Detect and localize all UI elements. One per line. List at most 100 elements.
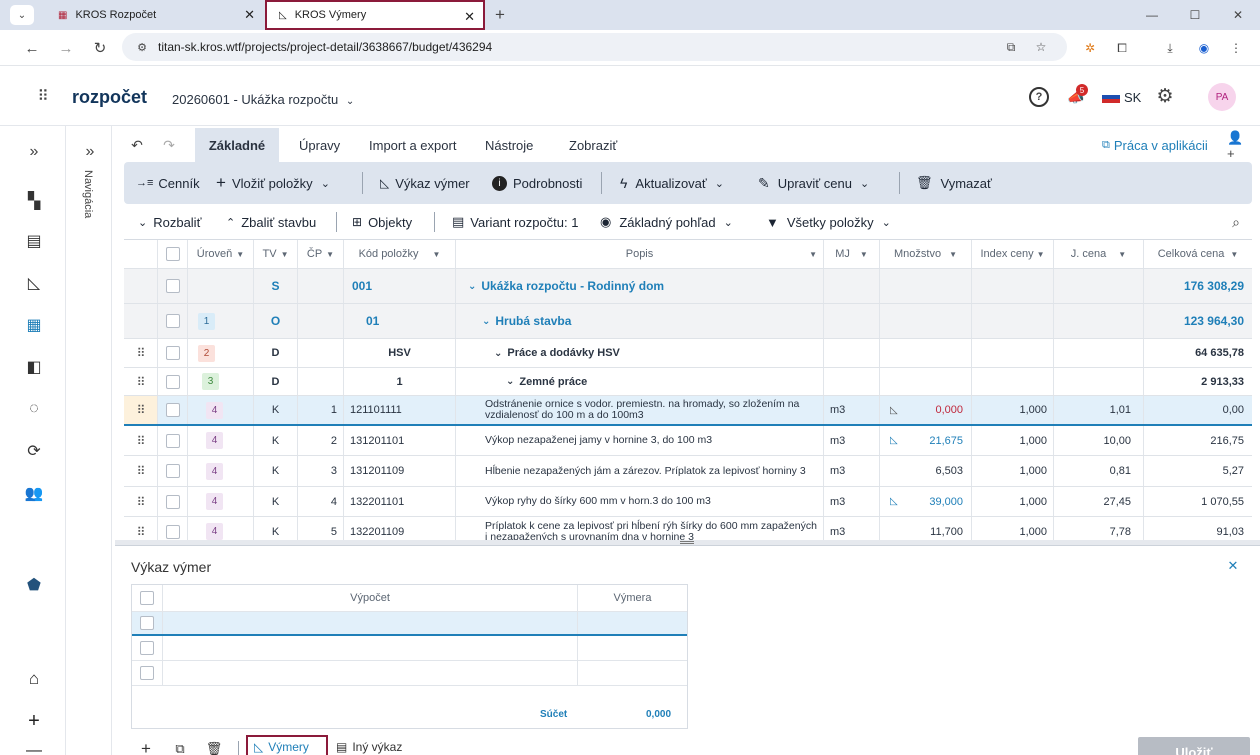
profile-icon[interactable]: ◉ [1194,38,1214,58]
drag-handle-icon[interactable]: ⠿ [124,426,158,455]
tab-zobrazit[interactable]: Zobraziť [569,128,617,162]
row-checkbox[interactable] [158,487,188,516]
trash-icon[interactable]: 🗑 [206,741,223,755]
row-checkbox[interactable] [158,368,188,395]
row-checkbox[interactable] [158,426,188,455]
dashboard-icon[interactable]: ▚ [23,190,45,212]
redo-icon[interactable]: ↷ [159,135,179,155]
col-index[interactable]: Index ceny ▼ [972,240,1054,268]
vypocet-input[interactable] [163,612,578,634]
drag-handle-icon[interactable]: ⠿ [124,396,158,424]
users-icon[interactable]: 👥 [23,482,45,504]
row-checkbox[interactable] [158,456,188,486]
vymery-row[interactable] [132,661,687,686]
undo-icon[interactable]: ↶ [127,135,147,155]
vymery-triangle-icon[interactable]: ◺ [890,405,898,416]
close-panel-icon[interactable]: ✕ [1225,558,1241,574]
forward-icon[interactable]: → [56,38,76,58]
download-icon[interactable]: ⤓ [1160,38,1180,58]
extension-icon[interactable]: ✲ [1080,38,1100,58]
col-tv[interactable]: TV ▼ [254,240,298,268]
table-row[interactable]: ⠿ 4 K 4 132201101 Výkop ryhy do šírky 60… [124,487,1252,517]
col-uroven[interactable]: Úroveň ▼ [188,240,254,268]
browser-menu-icon[interactable]: ⋮ [1226,38,1246,58]
add-icon[interactable]: + [23,710,45,732]
chevron-down-icon[interactable]: ⌄ [506,376,514,387]
tab-upravy[interactable]: Úpravy [299,128,340,162]
new-tab-button[interactable]: + [488,3,512,27]
browser-tab-vymery[interactable]: ◺ KROS Výmery ✕ [265,0,485,30]
kros-logo-icon[interactable]: ⬟ [23,574,45,596]
table-row[interactable]: ⠿ 3 D 1 ⌄ Zemné práce 2 913,33 [124,368,1252,396]
zbalit-stavbu-button[interactable]: ⌃ Zbaliť stavbu [226,205,316,239]
vymery-button[interactable]: ◺ Výmery [246,735,328,755]
apps-grid-icon[interactable]: ⠿ [33,86,53,106]
vymery-row[interactable] [132,636,687,661]
cycle-icon[interactable]: ◌ [23,398,45,420]
col-cp[interactable]: ČP ▼ [298,240,344,268]
drag-handle-icon[interactable]: ⠿ [124,368,158,395]
user-avatar[interactable]: PA [1208,83,1236,111]
settings-gear-icon[interactable]: ⚙ [1154,85,1176,107]
tab-zakladne[interactable]: Základné [195,128,279,162]
table-row[interactable]: S 001 ⌄ Ukážka rozpočtu - Rodinný dom 176… [124,269,1252,304]
document-icon[interactable]: ▤ [23,230,45,252]
table-row[interactable]: 1 O 01 ⌄ Hrubá stavba 123 964,30 [124,304,1252,339]
col-kod[interactable]: Kód položky ▼ [344,240,456,268]
ulozit-button[interactable]: Uložiť [1138,737,1250,755]
install-app-icon[interactable]: ⧉ [1002,38,1020,56]
row-checkbox[interactable] [132,636,163,660]
vlozit-polozky-button[interactable]: + Vložiť položky ⌄ [216,162,330,204]
budget-table-icon[interactable]: ▦ [23,314,45,336]
language-label[interactable]: SK [1124,90,1141,105]
navigation-label[interactable]: Navigácia [82,170,94,218]
copy-icon[interactable]: ⧉ [172,741,188,755]
add-row-icon[interactable]: + [138,739,154,755]
table-row[interactable]: ⠿ 4 K 5 132201109 Príplatok k cene za le… [124,517,1252,540]
table-row[interactable]: ⠿ 4 K 2 131201101 Výkop nezapaženej jamy… [124,426,1252,456]
row-checkbox[interactable] [158,304,188,338]
vymery-triangle-icon[interactable]: ◺ [23,272,45,294]
help-icon[interactable]: ? [1029,87,1049,107]
maximize-icon[interactable]: ☐ [1185,5,1205,25]
table-row-selected[interactable]: ⠿ 4 K 1 121101111 Odstránenie ornice s v… [124,396,1252,426]
vymery-triangle-icon[interactable]: ◺ [890,435,898,446]
cennik-button[interactable]: →≡ Cenník [136,162,200,204]
table-row[interactable]: ⠿ 2 D HSV ⌄ Práce a dodávky HSV 64 635,78 [124,339,1252,368]
search-icon[interactable]: ⌕ [1226,212,1246,232]
chevron-down-icon[interactable]: ⌄ [468,281,476,292]
vykaz-vymer-button[interactable]: ◺ Výkaz výmer [380,162,470,204]
rozbalit-button[interactable]: ⌄ Rozbaliť [138,205,201,239]
upravit-cenu-button[interactable]: ✎ Upraviť cenu ⌄ [758,162,869,204]
home-icon[interactable]: ⌂ [23,668,45,690]
work-in-app-link[interactable]: ⧉ Práca v aplikácii [1102,128,1208,162]
reload-icon[interactable]: ↻ [90,38,110,58]
site-settings-icon[interactable]: ⚙ [134,39,150,55]
close-tab-icon[interactable]: ✕ [244,7,255,23]
tab-import-export[interactable]: Import a export [369,128,456,162]
close-window-icon[interactable]: ✕ [1228,5,1248,25]
row-checkbox[interactable] [158,339,188,367]
aktualizovat-button[interactable]: ϟ Aktualizovať ⌄ [620,162,724,204]
bookmark-star-icon[interactable]: ☆ [1032,38,1050,56]
more-icon[interactable]: — [23,742,45,755]
col-jcena[interactable]: J. cena ▼ [1054,240,1144,268]
drag-handle-icon[interactable]: ⠿ [124,339,158,367]
objekty-button[interactable]: ⊞ Objekty [352,205,412,239]
row-checkbox[interactable] [158,269,188,303]
select-all-checkbox[interactable] [158,240,188,268]
variant-button[interactable]: ▤ Variant rozpočtu: 1 [452,205,578,239]
filter-selector[interactable]: ▼ Všetky položky ⌄ [766,205,891,239]
row-checkbox[interactable] [132,612,163,634]
vymery-row-selected[interactable] [132,612,687,636]
close-tab-icon[interactable]: ✕ [464,9,475,25]
view-selector[interactable]: ◉ Základný pohľad ⌄ [600,205,733,239]
add-user-icon[interactable]: 👤+ [1227,130,1249,161]
drag-handle-icon[interactable]: ⠿ [124,517,158,540]
splitter-grip-icon[interactable] [680,541,694,544]
sync-icon[interactable]: ⟳ [23,440,45,462]
vymazat-button[interactable]: 🗑 Vymazať [916,162,992,204]
table-row[interactable]: ⠿ 4 K 3 131201109 Hĺbenie nezapažených j… [124,456,1252,487]
row-checkbox[interactable] [132,661,163,685]
col-mj[interactable]: MJ ▼ [824,240,880,268]
